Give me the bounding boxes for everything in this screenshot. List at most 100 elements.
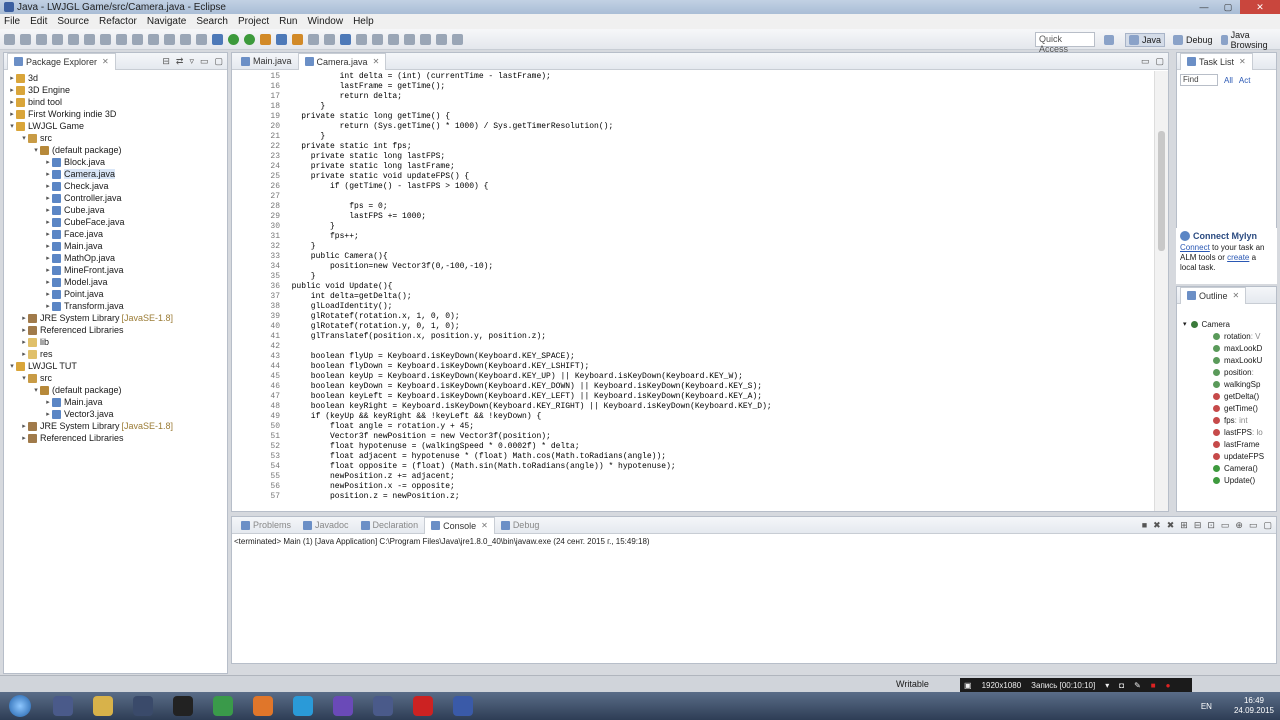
- create-link[interactable]: create: [1227, 253, 1249, 262]
- tree-node[interactable]: ▸ Referenced Libraries: [4, 324, 227, 336]
- code-line[interactable]: 56 newPosition.x -= opposite;: [232, 481, 1154, 491]
- open-console-icon[interactable]: ⊕: [1235, 520, 1243, 531]
- outline-member[interactable]: getDelta(): [1183, 390, 1276, 402]
- code-line[interactable]: 16 lastFrame = getTime();: [232, 81, 1154, 91]
- outline-member[interactable]: updateFPS: [1183, 450, 1276, 462]
- taskbar-app-steam[interactable]: [126, 693, 160, 719]
- taskbar-app-firefox[interactable]: [246, 693, 280, 719]
- taskbar-app-app[interactable]: [366, 693, 400, 719]
- prev-annotation-icon[interactable]: [404, 33, 415, 45]
- quick-access-input[interactable]: Quick Access: [1035, 32, 1095, 54]
- code-line[interactable]: 33 public Camera(){: [232, 251, 1154, 261]
- outline-member[interactable]: fps : int: [1183, 414, 1276, 426]
- expanded-arrow-icon[interactable]: ▾: [8, 362, 16, 370]
- minimize-view-icon[interactable]: ▭: [1249, 520, 1258, 531]
- menu-item-project[interactable]: Project: [238, 16, 269, 27]
- tree-node[interactable]: ▸ Camera.java: [4, 168, 227, 180]
- tree-node[interactable]: ▸ Block.java: [4, 156, 227, 168]
- minimize-view-icon[interactable]: ▭: [200, 56, 209, 67]
- start-button[interactable]: [0, 692, 40, 720]
- close-icon[interactable]: ✕: [102, 57, 109, 66]
- resume-icon[interactable]: [84, 33, 95, 45]
- open-type-icon[interactable]: [308, 33, 319, 45]
- collapsed-arrow-icon[interactable]: ▸: [44, 158, 52, 166]
- code-line[interactable]: 50 float angle = rotation.y + 45;: [232, 421, 1154, 431]
- perspective-java[interactable]: Java: [1125, 32, 1166, 47]
- step-return-icon[interactable]: [164, 33, 175, 45]
- skip-icon[interactable]: [68, 33, 79, 45]
- terminate-icon[interactable]: ■: [1142, 520, 1147, 531]
- filter-active-link[interactable]: Act: [1239, 76, 1251, 85]
- code-line[interactable]: 24 private static long lastFrame;: [232, 161, 1154, 171]
- code-line[interactable]: 15 int delta = (int) (currentTime - last…: [232, 71, 1154, 81]
- taskbar-app-eclipse[interactable]: [446, 693, 480, 719]
- code-line[interactable]: 55 newPosition.z += adjacent;: [232, 471, 1154, 481]
- code-line[interactable]: 52 float hypotenuse = (walkingSpeed * 0.…: [232, 441, 1154, 451]
- tree-node[interactable]: ▸ 3d: [4, 72, 227, 84]
- scroll-lock-icon[interactable]: ⊞: [1180, 520, 1188, 531]
- language-indicator[interactable]: EN: [1201, 702, 1212, 711]
- suspend-icon[interactable]: [100, 33, 111, 45]
- terminate-icon[interactable]: [116, 33, 127, 45]
- outline-member[interactable]: Update(): [1183, 474, 1276, 486]
- tab-declaration[interactable]: Declaration: [355, 517, 425, 534]
- code-line[interactable]: 39 glRotatef(rotation.x, 1, 0, 0);: [232, 311, 1154, 321]
- tree-node[interactable]: ▸ Transform.java: [4, 300, 227, 312]
- code-line[interactable]: 38 glLoadIdentity();: [232, 301, 1154, 311]
- tree-node[interactable]: ▾ LWJGL Game: [4, 120, 227, 132]
- taskbar-app-explorer[interactable]: [86, 693, 120, 719]
- code-line[interactable]: 26 if (getTime() - lastFPS > 1000) {: [232, 181, 1154, 191]
- menu-item-refactor[interactable]: Refactor: [99, 16, 137, 27]
- code-line[interactable]: 21 }: [232, 131, 1154, 141]
- last-edit-icon[interactable]: [420, 33, 431, 45]
- taskbar-app-skype[interactable]: [286, 693, 320, 719]
- drop-frame-icon[interactable]: [180, 33, 191, 45]
- collapsed-arrow-icon[interactable]: ▸: [20, 338, 28, 346]
- collapsed-arrow-icon[interactable]: ▸: [44, 398, 52, 406]
- new-class-icon[interactable]: [292, 33, 303, 45]
- taskbar-app-recorder[interactable]: [406, 693, 440, 719]
- code-line[interactable]: 19 private static long getTime() {: [232, 111, 1154, 121]
- taskbar-app-unity[interactable]: [166, 693, 200, 719]
- code-line[interactable]: 35 }: [232, 271, 1154, 281]
- code-line[interactable]: 40 glRotatef(rotation.y, 0, 1, 0);: [232, 321, 1154, 331]
- code-line[interactable]: 47 boolean keyLeft = Keyboard.isKeyDown(…: [232, 391, 1154, 401]
- word-wrap-icon[interactable]: ⊟: [1194, 520, 1202, 531]
- dropdown-icon[interactable]: ▾: [1105, 681, 1109, 690]
- tree-node[interactable]: ▸ MineFront.java: [4, 264, 227, 276]
- filter-all-link[interactable]: All: [1224, 76, 1233, 85]
- tree-node[interactable]: ▸ 3D Engine: [4, 84, 227, 96]
- tab-javadoc[interactable]: Javadoc: [297, 517, 355, 534]
- perspective-debug[interactable]: Debug: [1173, 34, 1213, 45]
- outline-member[interactable]: rotation : V: [1183, 330, 1276, 342]
- tab-task-list[interactable]: Task List ✕: [1180, 52, 1253, 70]
- tree-node[interactable]: ▸ bind tool: [4, 96, 227, 108]
- tab-camera-java[interactable]: Camera.java ✕: [297, 52, 387, 70]
- code-line[interactable]: 20 return (Sys.getTime() * 1000) / Sys.g…: [232, 121, 1154, 131]
- collapsed-arrow-icon[interactable]: ▸: [20, 422, 28, 430]
- record-icon[interactable]: ●: [1166, 681, 1171, 690]
- code-line[interactable]: 18 }: [232, 101, 1154, 111]
- link-editor-icon[interactable]: ⇄: [176, 56, 184, 67]
- collapsed-arrow-icon[interactable]: ▸: [20, 434, 28, 442]
- code-line[interactable]: 41 glTranslatef(position.x, position.y, …: [232, 331, 1154, 341]
- scrollbar-thumb[interactable]: [1158, 131, 1165, 251]
- tree-node[interactable]: ▸ Main.java: [4, 396, 227, 408]
- collapsed-arrow-icon[interactable]: ▸: [44, 170, 52, 178]
- collapsed-arrow-icon[interactable]: ▸: [8, 86, 16, 94]
- tab-outline[interactable]: Outline ✕: [1180, 286, 1247, 304]
- code-line[interactable]: 17 return delta;: [232, 91, 1154, 101]
- step-over-icon[interactable]: [148, 33, 159, 45]
- new-icon[interactable]: [4, 33, 15, 45]
- expanded-arrow-icon[interactable]: ▾: [8, 122, 16, 130]
- collapsed-arrow-icon[interactable]: ▸: [44, 254, 52, 262]
- print-icon[interactable]: [36, 33, 47, 45]
- toggle-block-selection-icon[interactable]: [356, 33, 367, 45]
- camera-icon[interactable]: ◘: [1119, 681, 1124, 690]
- minimize-button[interactable]: —: [1192, 0, 1216, 14]
- remove-all-terminated-icon[interactable]: ✖: [1167, 520, 1175, 531]
- collapsed-arrow-icon[interactable]: ▸: [44, 290, 52, 298]
- expanded-arrow-icon[interactable]: ▾: [32, 386, 40, 394]
- run-external-icon[interactable]: [244, 33, 255, 45]
- code-line[interactable]: 28 fps = 0;: [232, 201, 1154, 211]
